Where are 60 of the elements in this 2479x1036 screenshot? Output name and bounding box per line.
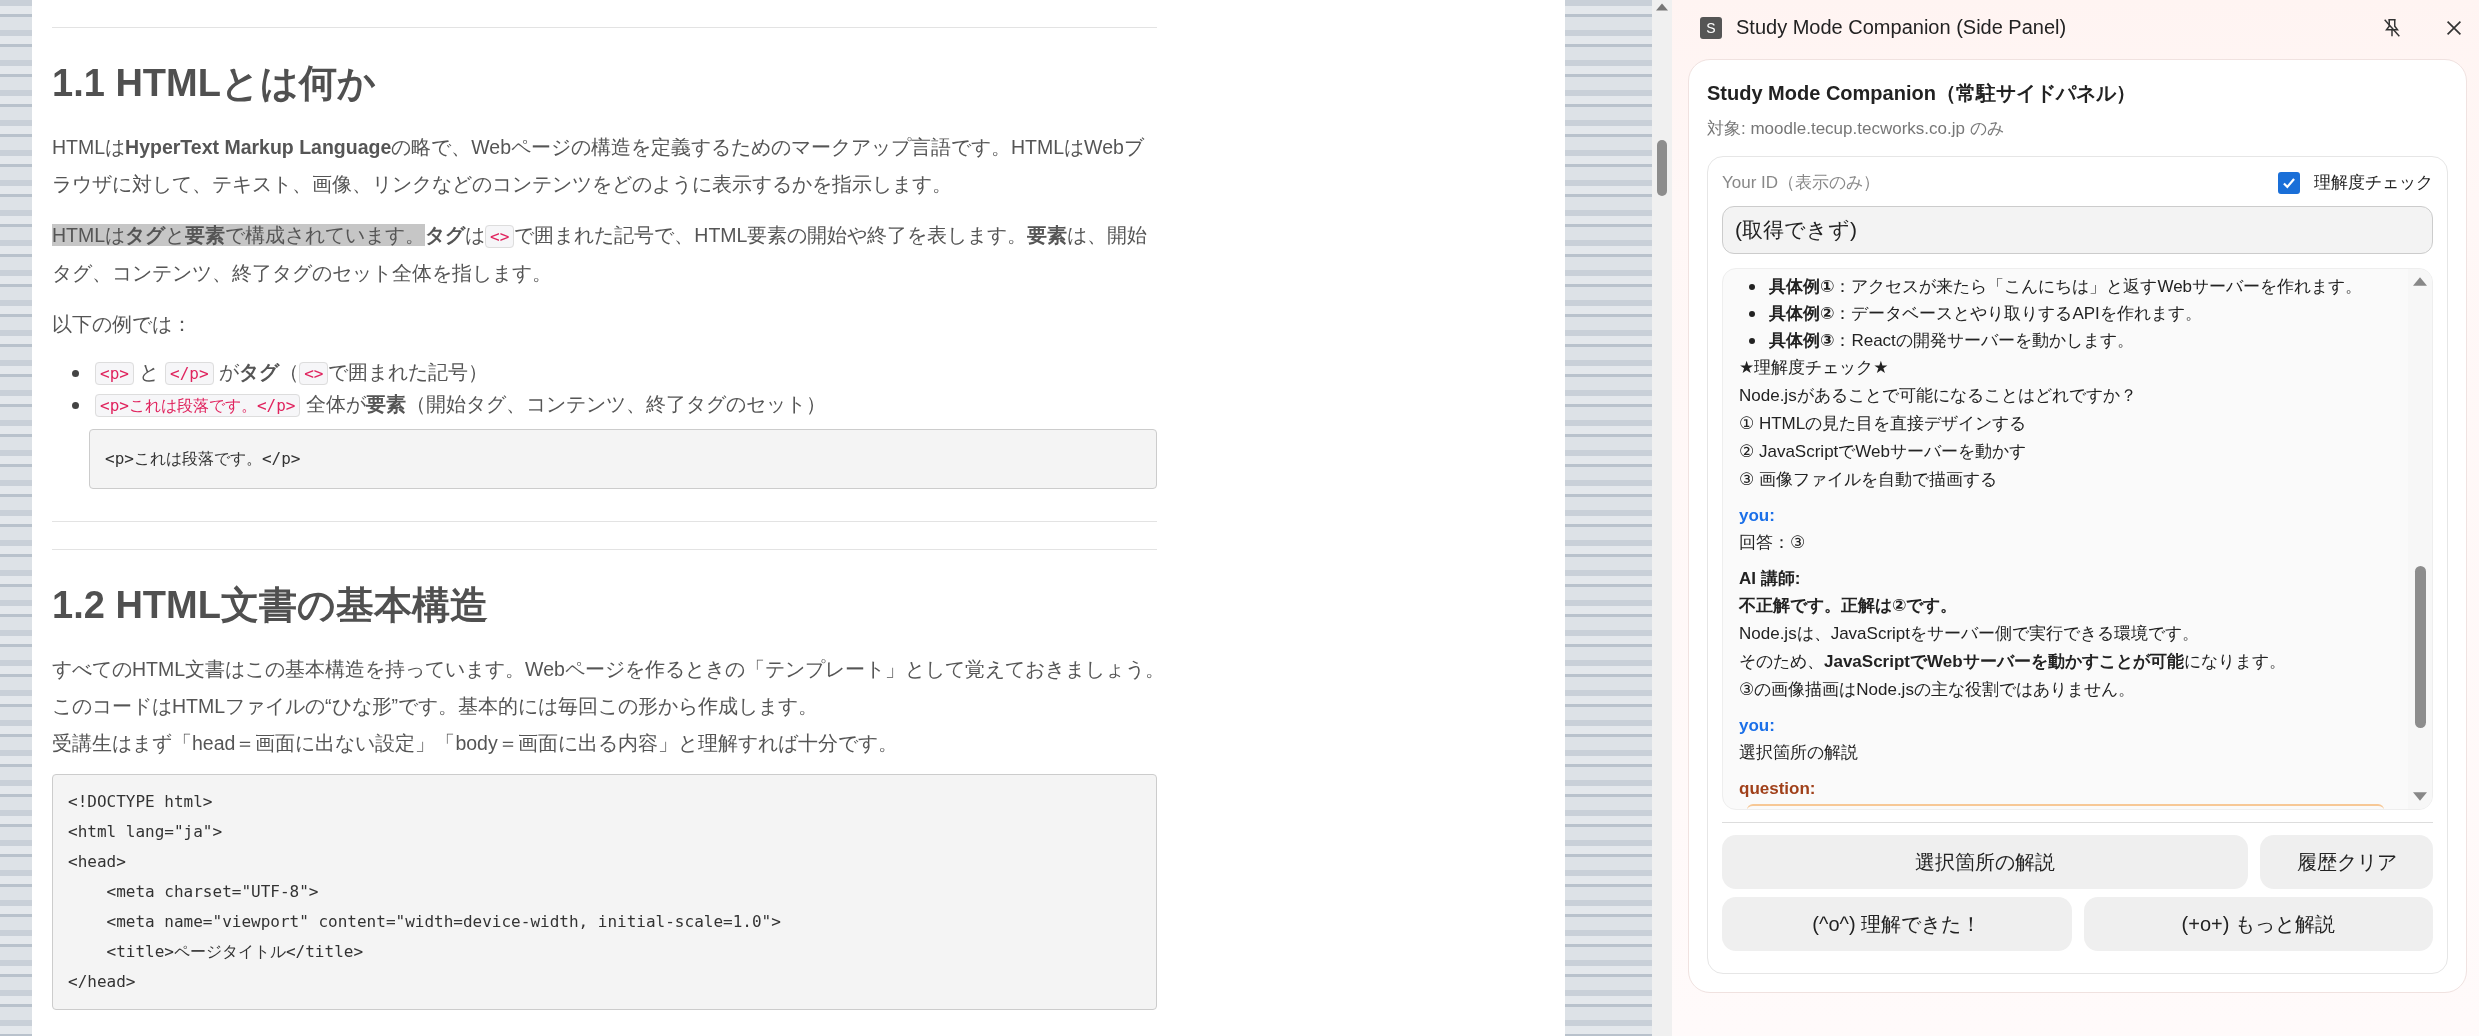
unpin-icon[interactable] (2381, 16, 2403, 39)
speaker-label: question: (1739, 778, 1817, 800)
inline-code: </p> (165, 362, 214, 385)
paragraph-text: このコードはHTMLファイルの“ひな形”です。基本的には毎回この形から作成します。 (52, 694, 820, 719)
bullet-icon (1749, 283, 1755, 290)
list-text: <p> と </p> がタグ（ <> で囲まれた記号） (95, 357, 489, 389)
bullet-icon (72, 369, 79, 377)
paragraph-text: HTMLはタグと要素で構成されています。タグは <> で囲まれた記号で、HTML要素の開始や終了を表します。要素は、開始タグ、コンテンツ、終了タグのセット全体を指します。 (52, 223, 1149, 286)
bullet-icon (1749, 337, 1755, 344)
message-text: 具体例③：Reactの開発サーバーを動かします。 (1769, 330, 2134, 352)
section-heading: 1.2 HTML文書の基本構造 (52, 583, 489, 628)
speaker-label: you: (1739, 715, 1776, 737)
action-button[interactable]: (^o^) 理解できた！ (1722, 897, 2072, 951)
message-text: 回答：③ (1739, 532, 1807, 554)
speaker-label: you: (1739, 505, 1776, 527)
message-text: Node.jsがあることで可能になることはどれですか？ (1739, 385, 2138, 407)
checkbox[interactable] (2278, 171, 2300, 194)
action-button[interactable]: 選択箇所の解説 (1722, 835, 2249, 889)
scroll-thumb[interactable] (2414, 566, 2426, 728)
id-field[interactable]: (取得できず) (1722, 206, 2433, 254)
message-text: 具体例①：アクセスが来たら「こんにちは」と返すWebサーバーを作れます。 (1769, 276, 2363, 298)
message-text: 不正解です。正解は②です。 (1739, 595, 1959, 617)
scroll-thumb[interactable] (1657, 140, 1667, 196)
paragraph-text: HTMLはHyperText Markup Languageの略で、Webページの構造を定義するためのマークアップ言語です。HTMLはWebブラウザに対して、テキスト、画像、リンクなどのコンテンツをどのように表示するかを指示します。 (52, 135, 1145, 197)
paragraph-text: 受講生はまず「head＝画面に出ない設定」「body＝画面に出る内容」と理解すれば十分です。 (52, 731, 899, 756)
scroll-down-icon[interactable] (2413, 792, 2427, 801)
scroll-up-icon[interactable] (1656, 3, 1668, 11)
card-subtitle: 対象: moodle.tecup.tecworks.co.jp のみ (1707, 118, 2005, 140)
bullet-icon (1749, 310, 1755, 317)
code-block: <!DOCTYPE html> <html lang="ja"> <head> <meta charset="UTF-8"> <meta name="viewport" content="width=device-width, initial-scale=1.0"> <title>ページタイトル</title> </head> (52, 774, 1157, 1010)
selected-text: HTMLはタグと要素で構成されています。 (52, 224, 426, 246)
speaker-label: AI 講師: (1739, 568, 1802, 590)
inline-code: <p> (95, 362, 134, 385)
code-block: <p>これは段落です。</p> (89, 429, 1157, 489)
id-label: Your ID（表示のみ） (1722, 172, 1881, 194)
message-text: そのため、JavaScriptでWebサーバーを動かすことが可能になります。 (1739, 651, 2287, 673)
paragraph-text: 以下の例では： (52, 312, 193, 337)
message-text: ② JavaScriptでWebサーバーを動かす (1739, 441, 2027, 463)
bullet-icon (72, 401, 79, 409)
action-button[interactable]: 履歴クリア (2260, 835, 2433, 889)
scrollbar[interactable] (1652, 0, 1672, 1036)
list-text: <p>これは段落です。</p> 全体が要素（開始タグ、コンテンツ、終了タグのセット） (95, 389, 826, 421)
inline-code: <p>これは段落です。</p> (95, 394, 301, 417)
message-text: ★理解度チェック★ (1739, 357, 1890, 379)
checkbox-label: 理解度チェック (2314, 172, 2433, 194)
action-button[interactable]: (+o+) もっと解説 (2083, 897, 2433, 951)
message-text: Node.jsは、JavaScriptをサーバー側で実行できる環境です。 (1739, 623, 2200, 645)
inline-code: <> (485, 225, 515, 248)
paragraph-text: すべてのHTML文書はこの基本構造を持っています。Webページを作るときの「テンプレート」として覚えておきましょう。 (52, 657, 1157, 682)
message-text: 選択箇所の解説 (1739, 742, 1859, 764)
inline-code: <> (299, 362, 329, 385)
message-text: 具体例②：データベースとやり取りするAPIを作れます。 (1769, 303, 2202, 325)
scroll-up-icon[interactable] (2413, 277, 2427, 286)
app-badge: S (1700, 16, 1722, 39)
message-text: ① HTMLの見た目を直接デザインする (1739, 413, 2028, 435)
card-title: Study Mode Companion（常駐サイドパネル） (1707, 81, 2137, 106)
message-text: ③ 画像ファイルを自動で描画する (1739, 469, 1998, 491)
section-heading: 1.1 HTMLとは何か (52, 61, 377, 106)
panel-title: Study Mode Companion (Side Panel) (1736, 16, 2068, 39)
message-text: ③の画像描画はNode.jsの主な役割ではありません。 (1739, 679, 2136, 701)
